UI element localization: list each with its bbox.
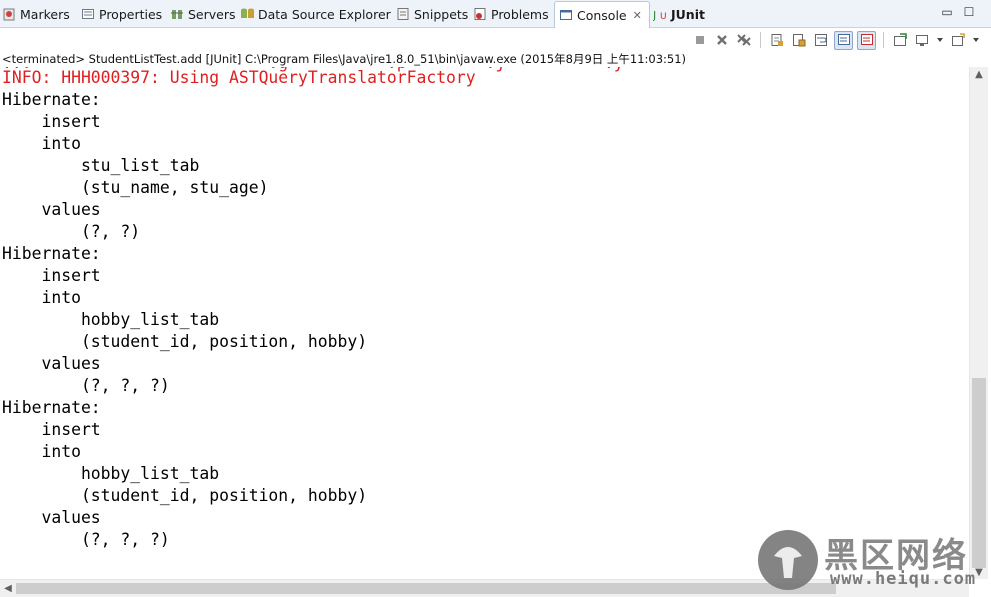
tab-junit[interactable]: JU JUnit xyxy=(653,3,705,25)
show-on-stderr-button[interactable] xyxy=(857,30,876,50)
show-on-stdout-button[interactable] xyxy=(834,30,853,50)
tab-label: Problems xyxy=(491,6,549,22)
scroll-lock-icon xyxy=(793,34,806,47)
console-line: values xyxy=(2,354,101,373)
watermark: 黑区网络 www.heiqu.com xyxy=(758,528,990,594)
console-icon xyxy=(559,8,573,22)
console-line: (?, ?) xyxy=(2,222,141,241)
open-console-dropdown[interactable] xyxy=(971,31,981,49)
problems-icon xyxy=(473,7,487,21)
tab-label: Markers xyxy=(20,6,70,22)
tab-servers[interactable]: Servers xyxy=(170,3,236,25)
chevron-down-icon xyxy=(973,38,979,42)
tab-data-source-explorer[interactable]: Data Source Explorer xyxy=(240,3,391,25)
display-console-icon xyxy=(916,35,928,46)
view-tab-bar: Markers Properties Servers Data Source E… xyxy=(0,0,991,28)
svg-text:U: U xyxy=(660,12,667,21)
scroll-lock-button[interactable] xyxy=(790,31,808,49)
chevron-down-icon xyxy=(937,38,943,42)
word-wrap-icon xyxy=(815,34,827,46)
console-line: (student_id, position, hobby) xyxy=(2,486,368,505)
partially-scrolled-line: ... .g .p .j .y xyxy=(0,67,624,75)
tab-snippets[interactable]: Snippets xyxy=(396,3,468,25)
console-toolbar xyxy=(691,29,981,51)
tab-properties[interactable]: Properties xyxy=(81,3,162,25)
toolbar-separator xyxy=(883,32,884,48)
close-icon[interactable]: ✕ xyxy=(633,9,642,22)
console-line: into xyxy=(2,134,81,153)
display-console-dropdown[interactable] xyxy=(935,31,945,49)
data-source-icon xyxy=(240,7,254,21)
console-line: into xyxy=(2,288,81,307)
show-stderr-icon xyxy=(860,34,873,45)
console-line: values xyxy=(2,200,101,219)
tab-label: JUnit xyxy=(671,6,705,22)
horizontal-scroll-thumb[interactable] xyxy=(16,583,836,594)
console-line: Hibernate: xyxy=(2,244,101,263)
console-output[interactable]: ... .g .p .j .y INFO: HHH000397: Using A… xyxy=(0,67,969,579)
console-line: insert xyxy=(2,266,101,285)
clear-console-button[interactable] xyxy=(768,31,786,49)
minimize-button[interactable]: ▭ xyxy=(940,5,954,19)
show-stdout-icon xyxy=(837,34,850,45)
markers-icon xyxy=(2,7,16,21)
tab-problems[interactable]: Problems xyxy=(473,3,549,25)
terminate-button[interactable] xyxy=(691,31,709,49)
console-line: insert xyxy=(2,420,101,439)
console-line: insert xyxy=(2,112,101,131)
remove-all-icon xyxy=(737,34,751,46)
word-wrap-button[interactable] xyxy=(812,31,830,49)
tab-label: Console xyxy=(577,7,627,23)
scroll-left-arrow-icon[interactable]: ◀ xyxy=(0,580,16,597)
console-line: (?, ?, ?) xyxy=(2,376,170,395)
junit-icon: JU xyxy=(653,7,667,21)
tab-label: Properties xyxy=(99,6,163,22)
vertical-scrollbar[interactable]: ▲ ▼ xyxy=(969,67,988,579)
svg-text:J: J xyxy=(653,9,656,21)
display-selected-console-button[interactable] xyxy=(913,31,931,49)
pin-console-button[interactable] xyxy=(891,31,909,49)
terminate-icon xyxy=(696,36,704,44)
console-line: (student_id, position, hobby) xyxy=(2,332,368,351)
tab-label: Snippets xyxy=(414,6,469,22)
open-console-icon xyxy=(952,33,965,46)
maximize-button[interactable]: ☐ xyxy=(962,5,976,19)
toolbar-separator xyxy=(760,32,761,48)
console-lines: INFO: HHH000397: Using ASTQueryTranslato… xyxy=(0,67,969,551)
tab-label: Servers xyxy=(188,6,236,22)
console-line: values xyxy=(2,508,101,527)
remove-all-terminated-button[interactable] xyxy=(735,31,753,49)
watermark-logo-icon xyxy=(758,530,818,590)
open-console-button[interactable] xyxy=(949,31,967,49)
clear-console-icon xyxy=(771,34,783,46)
tab-label: Data Source Explorer xyxy=(258,6,391,22)
console-line: hobby_list_tab xyxy=(2,310,220,329)
tab-markers[interactable]: Markers xyxy=(2,3,70,25)
scroll-up-arrow-icon[interactable]: ▲ xyxy=(970,67,988,81)
snippets-icon xyxy=(396,7,410,21)
console-line: Hibernate: xyxy=(2,90,101,109)
launch-status: <terminated> StudentListTest.add [JUnit]… xyxy=(2,52,687,66)
pin-icon xyxy=(894,33,907,46)
console-line: stu_list_tab xyxy=(2,156,200,175)
remove-icon xyxy=(717,35,727,45)
tab-console[interactable]: Console ✕ xyxy=(554,1,650,28)
properties-icon xyxy=(81,7,95,21)
console-line: Hibernate: xyxy=(2,398,101,417)
console-line: into xyxy=(2,442,81,461)
servers-icon xyxy=(170,7,184,21)
watermark-url: www.heiqu.com xyxy=(830,569,977,589)
console-line: (stu_name, stu_age) xyxy=(2,178,269,197)
remove-launch-button[interactable] xyxy=(713,31,731,49)
console-line: hobby_list_tab xyxy=(2,464,220,483)
